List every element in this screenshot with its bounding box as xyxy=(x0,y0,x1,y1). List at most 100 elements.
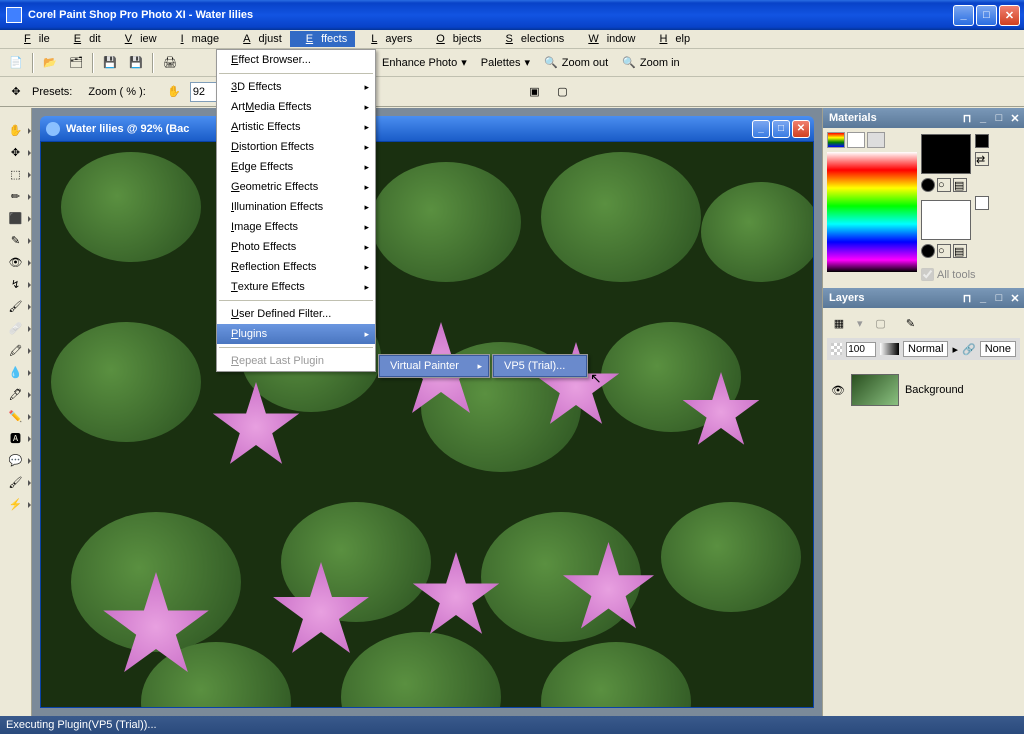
tool-14[interactable]: 🅰 xyxy=(5,428,27,448)
background-swatch[interactable] xyxy=(921,200,971,240)
effects-item-user-defined-filter-[interactable]: User Defined Filter... xyxy=(217,304,375,324)
tool-8[interactable]: 🖌 xyxy=(5,296,27,316)
save-all-button[interactable]: 💾 xyxy=(124,52,148,74)
menu-adjust[interactable]: Adjust xyxy=(227,31,290,47)
palettes-button[interactable]: Palettes ▾ xyxy=(475,52,536,74)
effects-item-image-effects[interactable]: Image Effects xyxy=(217,217,375,237)
menu-selections[interactable]: Selections xyxy=(490,31,573,47)
menu-view[interactable]: View xyxy=(109,31,165,47)
tool-7[interactable]: ↯ xyxy=(5,274,27,294)
bg-style-solid-icon[interactable] xyxy=(921,244,935,258)
close-panel-icon[interactable]: ✕ xyxy=(1008,112,1022,125)
layer-opacity-input[interactable] xyxy=(846,342,876,357)
style-none-icon[interactable]: ○ xyxy=(937,178,951,192)
layers-panel-header[interactable]: Layers ⊓_□✕ xyxy=(823,288,1024,308)
close-button[interactable]: ✕ xyxy=(999,5,1020,26)
save-button[interactable]: 💾 xyxy=(98,52,122,74)
tool-12[interactable]: 🖊 xyxy=(5,384,27,404)
effects-item-distortion-effects[interactable]: Distortion Effects xyxy=(217,137,375,157)
mini-swatch-2[interactable] xyxy=(975,196,989,210)
menu-image[interactable]: Image xyxy=(165,31,228,47)
effects-item--d-effects[interactable]: 3D Effects xyxy=(217,77,375,97)
effects-item-photo-effects[interactable]: Photo Effects xyxy=(217,237,375,257)
tool-13[interactable]: ✏️ xyxy=(5,406,27,426)
menu-file[interactable]: File xyxy=(8,31,58,47)
tool-4[interactable]: ⬛ xyxy=(5,208,27,228)
layer-link-select[interactable]: None xyxy=(980,341,1016,357)
effects-item-edge-effects[interactable]: Edge Effects xyxy=(217,157,375,177)
layer-visibility-icon[interactable]: 👁 xyxy=(831,384,845,397)
effects-item-illumination-effects[interactable]: Illumination Effects xyxy=(217,197,375,217)
effects-item-geometric-effects[interactable]: Geometric Effects xyxy=(217,177,375,197)
doc-maximize-button[interactable]: □ xyxy=(772,120,790,138)
maximize-button[interactable]: □ xyxy=(976,5,997,26)
presets-icon[interactable]: ✥ xyxy=(4,81,28,103)
fit-window-icon[interactable]: ▣ xyxy=(522,81,546,103)
tool-9[interactable]: 🩹 xyxy=(5,318,27,338)
tool-10[interactable]: 🖍 xyxy=(5,340,27,360)
canvas[interactable] xyxy=(40,141,814,708)
tool-6[interactable]: 👁 xyxy=(5,252,27,272)
effects-item-art-media-effects[interactable]: Art Media Effects xyxy=(217,97,375,117)
tool-3[interactable]: ✏ xyxy=(5,186,27,206)
tool-5[interactable]: ✎ xyxy=(5,230,27,250)
open-button[interactable]: 📂 xyxy=(38,52,62,74)
effects-item-artistic-effects[interactable]: Artistic Effects xyxy=(217,117,375,137)
bg-style-none-icon[interactable]: ○ xyxy=(937,244,951,258)
material-tab-1[interactable] xyxy=(827,132,845,148)
color-picker[interactable] xyxy=(827,152,917,272)
virtual-painter-item[interactable]: Virtual Painter xyxy=(379,355,489,377)
tool-1[interactable]: ✥ xyxy=(5,142,27,162)
menu-edit[interactable]: Edit xyxy=(58,31,109,47)
layers-close-icon[interactable]: ✕ xyxy=(1008,292,1022,305)
foreground-swatch[interactable] xyxy=(921,134,971,174)
pan-icon[interactable]: ✋ xyxy=(162,81,186,103)
style-solid-icon[interactable] xyxy=(921,178,935,192)
effects-item-reflection-effects[interactable]: Reflection Effects xyxy=(217,257,375,277)
zoom-in-button[interactable]: 🔍 Zoom in xyxy=(616,52,685,74)
blend-mode-select[interactable]: Normal xyxy=(903,341,948,357)
effects-item-effect-browser-[interactable]: Effect Browser... xyxy=(217,50,375,70)
layers-min-icon[interactable]: _ xyxy=(976,292,990,305)
menu-effects[interactable]: Effects xyxy=(290,31,355,47)
materials-panel-header[interactable]: Materials ⊓_□✕ xyxy=(823,108,1024,128)
tool-15[interactable]: 💬 xyxy=(5,450,27,470)
doc-minimize-button[interactable]: _ xyxy=(752,120,770,138)
tool-16[interactable]: 🖌 xyxy=(5,472,27,492)
minimize-button[interactable]: _ xyxy=(953,5,974,26)
new-layer-button[interactable]: ▦ xyxy=(827,312,851,334)
zoom-out-button[interactable]: 🔍 Zoom out xyxy=(538,52,614,74)
layer-link-icon[interactable]: 🔗 xyxy=(962,343,976,356)
menu-objects[interactable]: Objects xyxy=(420,31,489,47)
tool-0[interactable]: ✋ xyxy=(5,120,27,140)
menu-help[interactable]: Help xyxy=(643,31,698,47)
layer-row[interactable]: 👁 Background xyxy=(827,370,1020,410)
style-pattern-icon[interactable]: ▤ xyxy=(953,178,967,192)
opacity-slider-icon[interactable] xyxy=(880,343,899,355)
material-tab-2[interactable] xyxy=(847,132,865,148)
maximize-panel-icon[interactable]: □ xyxy=(992,112,1006,125)
tool-2[interactable]: ⬚ xyxy=(5,164,27,184)
tool-11[interactable]: 💧 xyxy=(5,362,27,382)
menu-window[interactable]: Window xyxy=(572,31,643,47)
doc-close-button[interactable]: ✕ xyxy=(792,120,810,138)
vp5-trial-item[interactable]: VP5 (Trial)... xyxy=(493,355,587,377)
bg-style-pattern-icon[interactable]: ▤ xyxy=(953,244,967,258)
menu-layers[interactable]: Layers xyxy=(355,31,420,47)
menubar[interactable]: FileEditViewImageAdjustEffectsLayersObje… xyxy=(0,30,1024,49)
tool-17[interactable]: ⚡ xyxy=(5,494,27,514)
delete-layer-button[interactable]: ▢ xyxy=(869,312,893,334)
browse-button[interactable]: 🗂 xyxy=(64,52,88,74)
effects-item-texture-effects[interactable]: Texture Effects xyxy=(217,277,375,297)
minimize-panel-icon[interactable]: _ xyxy=(976,112,990,125)
effects-item-plugins[interactable]: Plugins xyxy=(217,324,375,344)
actual-size-icon[interactable]: ▢ xyxy=(550,81,574,103)
new-button[interactable]: 📄 xyxy=(4,52,28,74)
layer-fx-button[interactable]: ✎ xyxy=(899,312,923,334)
layers-max-icon[interactable]: □ xyxy=(992,292,1006,305)
mini-swatch-1[interactable] xyxy=(975,134,989,148)
document-titlebar[interactable]: Water lilies @ 92% (Bac _ □ ✕ xyxy=(40,116,814,141)
swap-colors-icon[interactable]: ⇄ xyxy=(975,152,989,166)
enhance-photo-button[interactable]: Enhance Photo ▾ xyxy=(376,52,473,74)
material-tab-3[interactable] xyxy=(867,132,885,148)
